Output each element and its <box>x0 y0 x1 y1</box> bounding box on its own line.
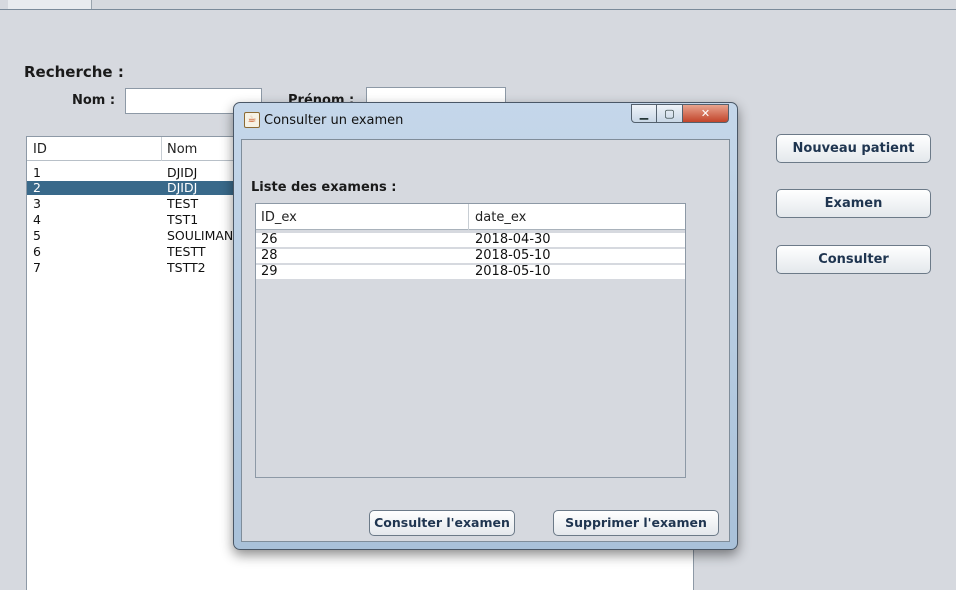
maximize-button[interactable]: ▢ <box>657 104 683 123</box>
cell-nom: TSTT2 <box>167 261 206 275</box>
column-separator[interactable] <box>161 137 162 161</box>
column-header-id[interactable]: ID <box>33 142 47 157</box>
cell-nom: SOULIMANI <box>167 229 233 243</box>
minimize-icon: ▁ <box>639 107 649 120</box>
close-icon: ✕ <box>700 107 711 120</box>
cell-id: 1 <box>33 166 41 180</box>
cell-id-ex: 29 <box>261 264 278 279</box>
cell-id: 6 <box>33 245 41 259</box>
cell-id-ex: 26 <box>261 232 278 247</box>
cell-id: 2 <box>33 181 41 195</box>
cell-date-ex: 2018-04-30 <box>475 232 551 247</box>
column-header-date-ex[interactable]: date_ex <box>475 210 526 225</box>
cell-id-ex: 28 <box>261 248 278 263</box>
exam-list-heading: Liste des examens : <box>251 180 397 195</box>
column-header-id-ex[interactable]: ID_ex <box>261 210 297 225</box>
consult-exam-dialog[interactable]: ☕ Consulter un examen ▁ ▢ ✕ Liste des ex… <box>233 102 738 550</box>
exam-row[interactable]: 29 2018-05-10 <box>256 265 685 279</box>
new-patient-button[interactable]: Nouveau patient <box>776 134 931 163</box>
cell-nom: DJIDJ <box>167 166 198 180</box>
dialog-title: Consulter un examen <box>264 113 404 128</box>
exam-row[interactable]: 26 2018-04-30 <box>256 233 685 247</box>
cell-id: 7 <box>33 261 41 275</box>
delete-exam-button[interactable]: Supprimer l'examen <box>553 510 719 536</box>
exam-table-header: ID_ex date_ex <box>256 204 685 230</box>
top-divider <box>0 9 956 10</box>
maximize-icon: ▢ <box>664 107 675 120</box>
cell-date-ex: 2018-05-10 <box>475 248 551 263</box>
cell-nom: TESTT <box>167 245 206 259</box>
column-header-nom[interactable]: Nom <box>167 142 197 157</box>
consult-button[interactable]: Consulter <box>776 245 931 274</box>
close-button[interactable]: ✕ <box>683 104 729 123</box>
column-separator[interactable] <box>468 204 469 230</box>
java-cup-icon: ☕ <box>244 112 260 128</box>
exam-button[interactable]: Examen <box>776 189 931 218</box>
cell-nom: TST1 <box>167 213 199 227</box>
top-tab[interactable] <box>8 0 92 9</box>
consult-exam-button[interactable]: Consulter l'examen <box>369 510 515 536</box>
exam-row[interactable]: 28 2018-05-10 <box>256 249 685 263</box>
cell-id: 3 <box>33 197 41 211</box>
cell-id: 5 <box>33 229 41 243</box>
minimize-button[interactable]: ▁ <box>631 104 657 123</box>
cell-nom: DJIDJ <box>167 181 198 195</box>
exam-table[interactable]: ID_ex date_ex 26 2018-04-30 28 2018-05-1… <box>255 203 686 478</box>
cell-nom: TEST <box>167 197 199 211</box>
window-controls: ▁ ▢ ✕ <box>631 104 729 124</box>
cell-id: 4 <box>33 213 41 227</box>
nom-label: Nom : <box>72 93 116 108</box>
search-heading: Recherche : <box>24 63 124 81</box>
dialog-content: Liste des examens : ID_ex date_ex 26 201… <box>241 139 730 542</box>
cell-date-ex: 2018-05-10 <box>475 264 551 279</box>
